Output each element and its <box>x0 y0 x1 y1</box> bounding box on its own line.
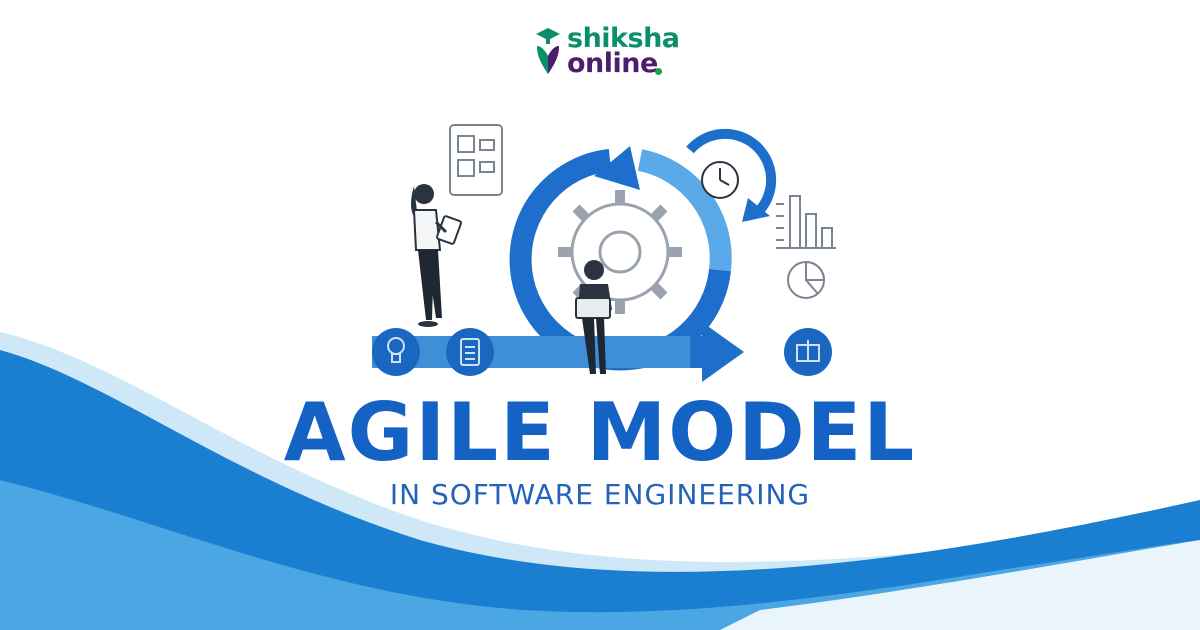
brand-logo[interactable]: shiksha online <box>533 24 680 80</box>
graduation-cap-icon <box>536 28 560 74</box>
agile-loop-arrow <box>509 146 732 371</box>
document-icon <box>449 124 503 196</box>
clipboard-icon <box>446 328 494 376</box>
gift-box-icon <box>784 328 832 376</box>
lightbulb-icon <box>372 328 420 376</box>
bar-chart-icon <box>776 195 836 249</box>
standing-person <box>411 184 462 327</box>
brand-dot <box>655 68 662 75</box>
illustration <box>0 124 1200 630</box>
hero-subtitle: IN SOFTWARE ENGINEERING <box>389 478 811 511</box>
gear-icon <box>558 190 682 314</box>
brand-name-line2: online <box>567 48 658 79</box>
hero-title: AGILE MODEL <box>283 386 917 479</box>
pie-chart-icon <box>787 260 826 299</box>
